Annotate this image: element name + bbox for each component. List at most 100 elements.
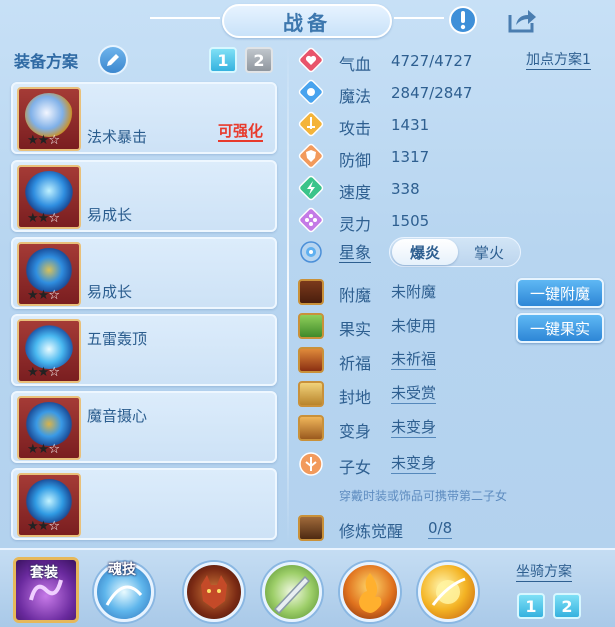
slot-name: 易成长: [87, 283, 133, 301]
slot-name: 魔音摄心: [87, 407, 148, 425]
blessing-icon: [298, 347, 324, 373]
equip-slot-1[interactable]: ★★☆ 法术暴击 可强化: [11, 82, 277, 154]
equip-slot-2[interactable]: ★★☆ 易成长: [11, 160, 277, 232]
page-title: 战备: [283, 10, 331, 35]
equipment-screen: 战备 装备方案 1 2 ★★☆ 法术暴击 可强化 ★★☆ 易成长 ★★☆ 易成长…: [0, 0, 615, 627]
boots-icon: [25, 479, 73, 523]
exclamation-icon: [449, 6, 477, 34]
equip-slot-icon: ★★☆: [17, 473, 81, 537]
stat-value-spirit: 1505: [391, 212, 430, 230]
heart-icon: [298, 47, 324, 73]
stat-value-hp: 4727/4727: [391, 52, 473, 70]
cultivation-label: 修炼觉醒: [339, 522, 404, 541]
info-button[interactable]: [447, 4, 479, 36]
lightning-icon: [298, 175, 324, 201]
enhance-value-child[interactable]: 未变身: [391, 454, 437, 474]
flame-orb-skill-icon: [431, 577, 466, 606]
upgradable-link[interactable]: 可强化: [217, 122, 263, 142]
equip-plan-2-button[interactable]: 2: [245, 47, 273, 73]
armor-icon: [25, 325, 73, 369]
enhance-value-blessing[interactable]: 未祈福: [391, 350, 437, 370]
enhance-value-fief[interactable]: 未受赏: [391, 384, 437, 404]
equip-slot-3[interactable]: ★★☆ 易成长: [11, 237, 277, 309]
title-bar: 战备: [222, 4, 392, 38]
wolf-skill-button[interactable]: [184, 562, 244, 622]
mount-plan-1-button[interactable]: 1: [517, 593, 545, 619]
sword-icon: [298, 111, 324, 137]
slot-name: 易成长: [87, 206, 133, 224]
stat-label-speed: 速度: [339, 183, 372, 202]
fief-icon: [298, 381, 324, 407]
enhance-value-fruit: 未使用: [391, 317, 437, 335]
enhance-label-blessing: 祈福: [339, 354, 372, 373]
fire-skill-button[interactable]: [340, 562, 400, 622]
equip-slot-5[interactable]: ★★☆ 魔音摄心: [11, 391, 277, 463]
star-rating: ★★☆: [27, 519, 60, 534]
enchant-icon: [298, 279, 324, 305]
child-icon: [299, 452, 323, 476]
mount-plan-title[interactable]: 坐骑方案: [516, 564, 572, 582]
equip-slot-4[interactable]: ★★☆ 五雷轰顶: [11, 314, 277, 386]
stat-value-defense: 1317: [391, 148, 430, 166]
fire-skill-icon: [359, 573, 382, 613]
constellation-toggle: 爆炎 掌火: [389, 237, 521, 267]
slot-name: 五雷轰顶: [87, 330, 148, 348]
star-rating: ★★☆: [27, 211, 60, 226]
enhance-value-transform[interactable]: 未变身: [391, 418, 437, 438]
pencil-icon: [107, 54, 119, 66]
equip-slot-icon: ★★☆: [17, 319, 81, 383]
enhance-label-fief: 封地: [339, 388, 372, 407]
weapon-icon: [25, 93, 73, 137]
stat-value-mp: 2847/2847: [391, 84, 473, 102]
star-rating: ★★☆: [27, 133, 60, 148]
blade-skill-icon: [273, 575, 311, 615]
shield-icon: [298, 143, 324, 169]
cultivation-icon: [298, 515, 324, 541]
slot-name: 法术暴击: [87, 128, 148, 146]
constellation-label[interactable]: 星象: [339, 243, 372, 263]
enhance-value-enchant: 未附魔: [391, 283, 437, 301]
title-decoration-right: [394, 17, 444, 19]
equip-plan-title: 装备方案: [14, 52, 79, 71]
flame-orb-skill-button[interactable]: [418, 562, 478, 622]
mount-plan-2-button[interactable]: 2: [553, 593, 581, 619]
star-rating: ★★☆: [27, 365, 60, 380]
one-click-fruit-button[interactable]: 一键果实: [516, 313, 604, 343]
fruit-icon: [298, 313, 324, 339]
necklace-icon: [25, 248, 73, 292]
title-decoration-left: [150, 17, 220, 19]
share-button[interactable]: [506, 4, 538, 36]
stat-value-speed: 338: [391, 180, 420, 198]
constellation-option-baoyan[interactable]: 爆炎: [392, 239, 458, 265]
transform-icon: [298, 415, 324, 441]
blade-skill-button[interactable]: [262, 562, 322, 622]
stat-label-attack: 攻击: [339, 119, 372, 138]
constellation-option-zhanghuo[interactable]: 掌火: [458, 239, 520, 265]
enhance-label-enchant: 附魔: [339, 286, 372, 305]
equip-slot-6[interactable]: ★★☆: [11, 468, 277, 540]
share-icon: [508, 10, 536, 33]
soul-skill-tab-label: 魂技: [108, 562, 136, 578]
equip-slot-icon: ★★☆: [17, 242, 81, 306]
wolf-skill-icon: [201, 575, 227, 609]
one-click-enchant-button[interactable]: 一键附魔: [516, 278, 604, 308]
star-rating: ★★☆: [27, 442, 60, 457]
equip-slot-icon: ★★☆: [17, 165, 81, 229]
cultivation-value[interactable]: 0/8: [428, 519, 453, 539]
enhance-label-child: 子女: [339, 458, 372, 477]
star-rating: ★★☆: [27, 288, 60, 303]
equip-slot-icon: ★★☆: [17, 396, 81, 460]
equip-slot-icon: ★★☆: [17, 87, 81, 151]
edit-plan-button[interactable]: [98, 45, 128, 75]
attribute-plan-link[interactable]: 加点方案1: [526, 52, 591, 70]
belt-icon: [25, 402, 73, 446]
set-tab[interactable]: 套装: [13, 557, 79, 623]
helmet-icon: [25, 171, 73, 215]
equip-plan-1-button[interactable]: 1: [209, 47, 237, 73]
panel-divider: [287, 44, 289, 544]
stat-label-defense: 防御: [339, 151, 372, 170]
stat-label-spirit: 灵力: [339, 215, 372, 234]
second-child-hint: 穿戴时装或饰品可携带第二子女: [339, 489, 508, 503]
constellation-icon: [300, 241, 322, 263]
enhance-label-transform: 变身: [339, 422, 372, 441]
